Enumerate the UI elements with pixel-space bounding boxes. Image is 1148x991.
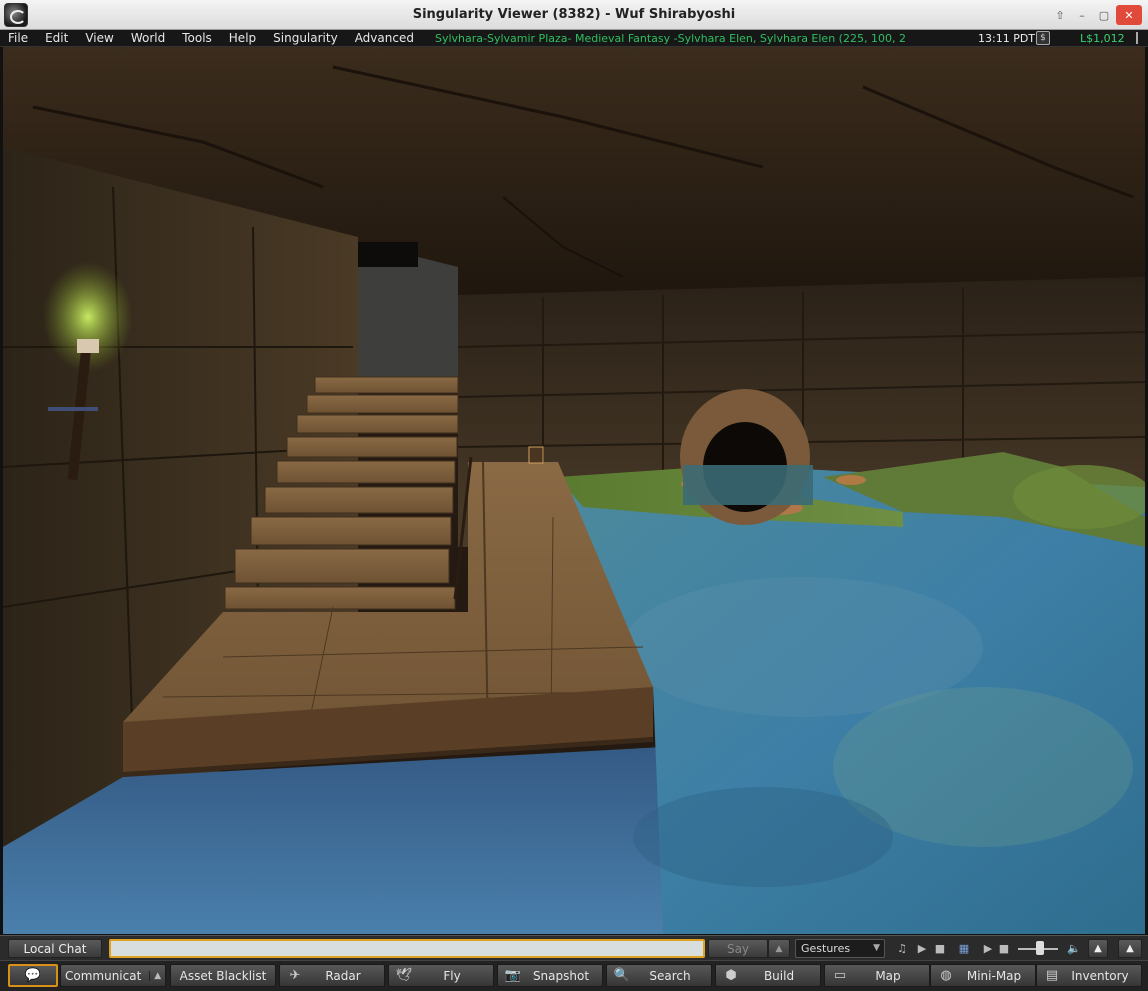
search-button[interactable]: 🔍 Search	[606, 964, 712, 987]
menu-tools[interactable]: Tools	[174, 30, 221, 47]
media-play-icon[interactable]: ▶	[980, 940, 996, 956]
bucket	[528, 446, 544, 464]
chat-bar: Local Chat Say ▲ Gestures ▼ ♫ ▶ ■ ▦ ▶ ■ …	[0, 935, 1148, 960]
inventory-icon: ▤	[1045, 968, 1059, 983]
asset-blacklist-label: Asset Blacklist	[179, 968, 267, 983]
minimize-button[interactable]: –	[1072, 5, 1092, 25]
singularity-logo-icon[interactable]	[4, 3, 28, 27]
map-icon: ▭	[833, 968, 847, 983]
inventory-button[interactable]: ▤ Inventory	[1036, 964, 1142, 987]
volume-slider-handle[interactable]	[1036, 941, 1044, 955]
play-icon[interactable]: ▶	[914, 940, 930, 956]
chat-bubble-icon: 💬	[24, 968, 42, 983]
chevron-down-icon: ▼	[873, 943, 880, 953]
fly-button[interactable]: 🕊 Fly	[388, 964, 494, 987]
window-title: Singularity Viewer (8382) - Wuf Shirabyo…	[412, 7, 736, 22]
minimap-button[interactable]: ◍ Mini-Map	[930, 964, 1036, 987]
communicate-flyout-arrow[interactable]: ▲	[149, 970, 165, 981]
globe-icon: ◍	[940, 968, 952, 983]
bottom-toolbar: 💬 Communicat ▲ Asset Blacklist ✈ Radar 🕊…	[0, 960, 1148, 991]
communicate-button[interactable]: Communicat ▲	[60, 964, 166, 987]
build-label: Build	[763, 968, 795, 983]
media-controls-expand-button[interactable]: ▲	[1088, 939, 1108, 958]
balance[interactable]: L$1,012	[1080, 32, 1125, 45]
say-button[interactable]: Say	[708, 939, 768, 958]
chat-input[interactable]	[109, 939, 705, 958]
window-titlebar: Singularity Viewer (8382) - Wuf Shirabyo…	[0, 0, 1148, 30]
music-note-icon[interactable]: ♫	[894, 940, 910, 956]
radar-label: Radar	[325, 968, 361, 983]
build-cube-icon: ⬢	[725, 968, 737, 983]
chat-history-expand-button[interactable]: ▲	[1118, 939, 1142, 958]
menu-advanced[interactable]: Advanced	[347, 30, 423, 47]
media-film-icon[interactable]: ▦	[956, 940, 972, 956]
menu-help[interactable]: Help	[221, 30, 265, 47]
close-button[interactable]: ✕	[1116, 5, 1142, 25]
fly-label: Fly	[443, 968, 461, 983]
search-label: Search	[649, 968, 691, 983]
gestures-label: Gestures	[801, 942, 851, 955]
map-label: Map	[875, 968, 901, 983]
camera-icon: 📷	[504, 968, 522, 983]
build-button[interactable]: ⬢ Build	[715, 964, 821, 987]
location-bar[interactable]: Sylvhara-Sylvamir Plaza- Medieval Fantas…	[435, 32, 905, 45]
map-button[interactable]: ▭ Map	[824, 964, 930, 987]
minimap-label: Mini-Map	[966, 968, 1022, 983]
menu-view[interactable]: View	[77, 30, 122, 47]
fly-icon: 🕊	[395, 968, 413, 983]
menu-edit[interactable]: Edit	[37, 30, 77, 47]
local-chat-button[interactable]: Local Chat	[8, 939, 102, 958]
search-icon: 🔍	[613, 968, 631, 983]
media-stop-icon[interactable]: ■	[996, 940, 1012, 956]
menu-world[interactable]: World	[123, 30, 174, 47]
scene-render	[3, 47, 1145, 934]
say-options-button[interactable]: ▲	[768, 939, 790, 958]
gestures-dropdown[interactable]: Gestures ▼	[795, 939, 885, 958]
maximize-button[interactable]: ▢	[1094, 5, 1114, 25]
signal-icon	[1136, 32, 1142, 44]
keep-above-icon[interactable]: ⇧	[1050, 5, 1070, 25]
snapshot-label: Snapshot	[532, 968, 590, 983]
world-viewport[interactable]	[3, 47, 1145, 934]
radar-button[interactable]: ✈ Radar	[279, 964, 385, 987]
main-menu: File Edit View World Tools Help Singular…	[0, 30, 423, 47]
radar-icon: ✈	[289, 968, 301, 983]
snapshot-button[interactable]: 📷 Snapshot	[497, 964, 603, 987]
clock: 13:11 PDT	[978, 31, 1036, 45]
speaker-icon[interactable]: 🔈	[1066, 940, 1082, 956]
menu-singularity[interactable]: Singularity	[265, 30, 347, 47]
communicate-label: Communicat	[65, 968, 142, 983]
window-controls: ⇧ – ▢ ✕	[1050, 5, 1142, 25]
inventory-label: Inventory	[1071, 968, 1129, 983]
menu-file[interactable]: File	[0, 30, 37, 47]
buy-currency-icon[interactable]: $	[1036, 31, 1050, 45]
menu-bar: File Edit View World Tools Help Singular…	[0, 30, 1148, 47]
asset-blacklist-button[interactable]: Asset Blacklist	[170, 964, 276, 987]
chat-toggle-button[interactable]: 💬	[8, 964, 58, 987]
stop-icon[interactable]: ■	[932, 940, 948, 956]
